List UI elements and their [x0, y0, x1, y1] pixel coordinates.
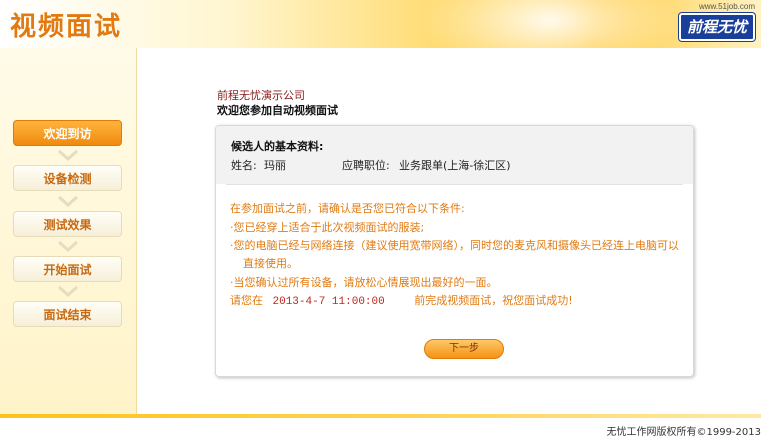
step-welcome: 欢迎到访: [13, 120, 122, 146]
condition-item: ·当您确认过所有设备，请放松心情展现出最好的一面。: [230, 276, 498, 289]
position-value: 业务跟单(上海-徐汇区): [399, 159, 511, 172]
interview-panel: 候选人的基本资料: 姓名: 玛丽 应聘职位: 业务跟单(上海-徐汇区) 在参加面…: [215, 125, 694, 377]
step-device-check: 设备检测: [13, 165, 122, 191]
position-label: 应聘职位:: [342, 159, 390, 172]
logo-badge: 前程无忧: [679, 13, 755, 41]
chevron-down-icon: [58, 240, 78, 252]
candidate-info-title: 候选人的基本资料:: [231, 140, 324, 153]
divider: [226, 184, 683, 185]
company-name: 前程无忧演示公司: [217, 89, 305, 102]
footer-bar: [0, 414, 761, 418]
name-label: 姓名:: [231, 159, 257, 172]
step-start-interview: 开始面试: [13, 256, 122, 282]
name-value: 玛丽: [264, 159, 286, 172]
deadline-text: 请您在 2013-4-7 11:00:00 前完成视频面试，祝您面试成功!: [230, 292, 573, 308]
candidate-info-section: [216, 126, 693, 184]
logo[interactable]: www.51job.com 前程无忧: [675, 2, 755, 42]
header-glow: [420, 0, 680, 48]
step-interview-end: 面试结束: [13, 301, 122, 327]
conditions-intro: 在参加面试之前，请确认是否您已符合以下条件:: [230, 202, 465, 215]
deadline-suffix: 前完成视频面试，祝您面试成功!: [414, 294, 573, 307]
welcome-heading: 欢迎您参加自动视频面试: [217, 104, 338, 117]
next-step-button[interactable]: 下一步: [424, 339, 504, 359]
logo-url: www.51job.com: [698, 2, 755, 11]
chevron-down-icon: [58, 285, 78, 297]
step-test-effect: 测试效果: [13, 211, 122, 237]
condition-item: ·您已经穿上适合于此次视频面试的服装;: [230, 221, 425, 234]
condition-item: ·您的电脑已经与网络连接（建议使用宽带网络），同时您的麦克风和摄像头已经连上电脑…: [230, 239, 679, 252]
condition-item-continued: 直接使用。: [243, 257, 298, 270]
page-title: 视频面试: [10, 12, 123, 42]
footer-copyright: 无忧工作网版权所有©1999-2013: [606, 427, 761, 436]
chevron-down-icon: [58, 149, 78, 161]
deadline-date: 2013-4-7 11:00:00: [272, 296, 385, 308]
chevron-down-icon: [58, 195, 78, 207]
sidebar: 欢迎到访 设备检测 测试效果 开始面试 面试结束: [0, 48, 137, 416]
header-banner: 视频面试 www.51job.com 前程无忧: [0, 0, 761, 48]
deadline-prefix: 请您在: [230, 294, 263, 307]
